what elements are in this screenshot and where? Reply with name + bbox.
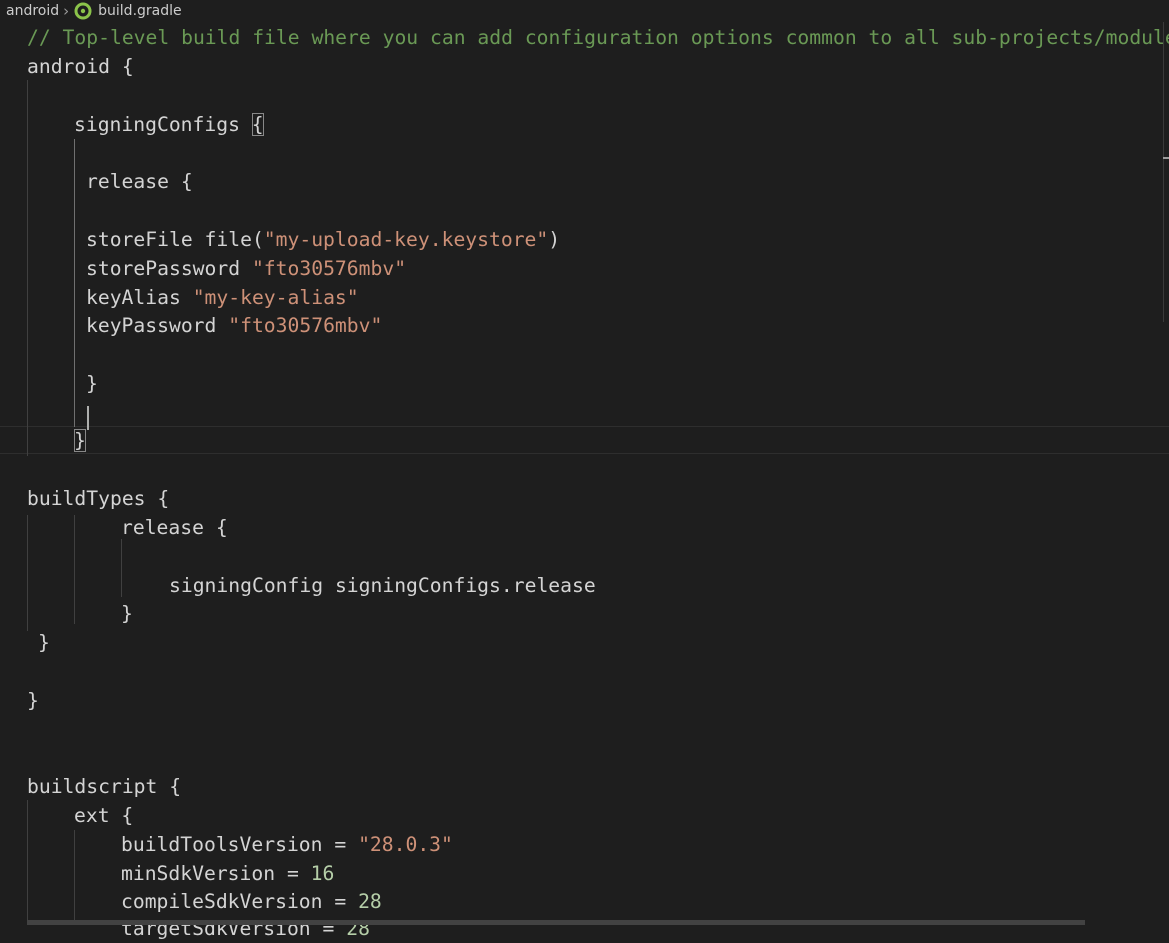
code-line-5: storeFile file("my-upload-key.keystore") — [86, 228, 561, 251]
code-line-15: } — [38, 631, 50, 654]
code-line-4: release { — [86, 170, 193, 193]
breadcrumb-file[interactable]: build.gradle — [98, 3, 182, 19]
current-line-highlight — [0, 426, 1169, 454]
code-line-18: ext { — [74, 804, 134, 827]
code-line-7: keyAlias "my-key-alias" — [86, 286, 359, 309]
matched-bracket: { — [251, 113, 264, 136]
breadcrumb: android › build.gradle — [0, 0, 1169, 22]
code-line-20: minSdkVersion = 16 — [121, 862, 335, 885]
code-line-14: } — [121, 602, 133, 625]
indent-guide — [74, 830, 75, 925]
breadcrumb-folder[interactable]: android — [0, 3, 59, 19]
indent-guide-active — [74, 139, 75, 427]
text-cursor — [87, 406, 89, 430]
code-line-9: } — [86, 372, 98, 395]
horizontal-scrollbar[interactable] — [27, 920, 1085, 925]
code-line-22: targetSdkVersion = 28 — [121, 917, 370, 940]
code-line-19: buildToolsVersion = "28.0.3" — [121, 833, 453, 856]
code-line-21: compileSdkVersion = 28 — [121, 890, 382, 913]
code-editor[interactable]: // Top-level build file where you can ad… — [0, 22, 1169, 940]
indent-guide — [27, 515, 28, 631]
code-line-17: buildscript { — [27, 775, 182, 798]
code-line-13: signingConfig signingConfigs.release — [169, 574, 596, 597]
indent-guide — [74, 515, 75, 624]
code-line-1: // Top-level build file where you can ad… — [27, 26, 1169, 49]
indent-guide — [27, 800, 28, 925]
code-line-6: storePassword "fto30576mbv" — [86, 257, 407, 280]
vertical-scrollbar[interactable] — [1163, 22, 1169, 322]
code-line-8: keyPassword "fto30576mbv" — [86, 314, 383, 337]
code-line-3: signingConfigs { — [74, 113, 264, 136]
scrollbar-marker — [1163, 157, 1169, 159]
indent-guide — [121, 539, 122, 597]
chevron-right-icon: › — [63, 2, 70, 20]
code-line-12: release { — [121, 516, 228, 539]
matched-bracket: } — [74, 429, 86, 452]
code-line-16: } — [27, 689, 39, 712]
code-line-2: android { — [27, 55, 134, 78]
code-line-11: buildTypes { — [27, 487, 170, 510]
gradle-file-icon — [74, 2, 92, 20]
indent-guide — [27, 80, 28, 456]
code-line-10: } — [74, 426, 86, 455]
